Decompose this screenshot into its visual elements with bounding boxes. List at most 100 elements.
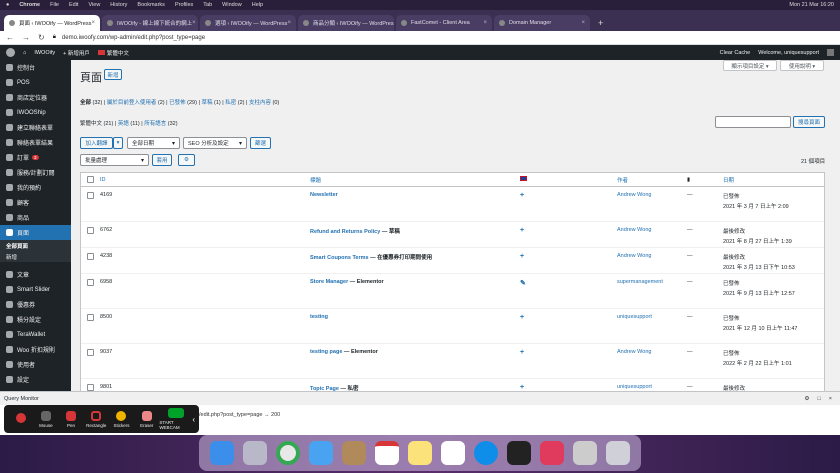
tool-mouse[interactable]: Mouse (33, 410, 58, 428)
help-button[interactable]: 使用說明 ▾ (780, 60, 824, 71)
sidebar-subitem-add-new[interactable]: 新增 (0, 251, 71, 262)
tool-pen[interactable]: Pen (58, 410, 83, 428)
search-pages-button[interactable]: 搜尋頁面 (793, 116, 825, 128)
lang-en[interactable]: 英語 (118, 121, 129, 127)
tool-rectangle[interactable]: Rectangle (84, 410, 109, 428)
sidebar-item-bookings[interactable]: 我的預約 (0, 180, 71, 195)
add-translation-dropdown[interactable]: ▾ (113, 137, 123, 149)
tool-stickers[interactable]: Stickers (109, 410, 134, 428)
settings-icon[interactable]: ⚙ (805, 396, 810, 402)
sidebar-item-pos[interactable]: POS (0, 75, 71, 90)
bulk-actions-select[interactable]: 批量處理 (80, 154, 149, 166)
add-translation-icon[interactable]: + (520, 253, 524, 260)
add-translation-icon[interactable]: + (520, 349, 524, 356)
sidebar-item-smart-slider[interactable]: Smart Slider (0, 282, 71, 297)
select-all-checkbox[interactable] (87, 176, 94, 183)
col-date[interactable]: 日期 (723, 176, 823, 184)
sidebar-item-coupons[interactable]: 優惠券 (0, 297, 71, 312)
browser-tab[interactable]: Domain Manager × (494, 15, 590, 31)
launchpad-icon[interactable] (242, 441, 267, 465)
sidebar-item-users[interactable]: 使用者 (0, 357, 71, 372)
row-checkbox[interactable] (87, 314, 94, 321)
row-author-link[interactable]: Andrew Wong (617, 349, 651, 355)
row-author-link[interactable]: Andrew Wong (617, 192, 651, 198)
row-checkbox[interactable] (87, 192, 94, 199)
sidebar-item-form-results[interactable]: 聯絡表單結果 (0, 135, 71, 150)
terminal-icon[interactable] (507, 441, 532, 465)
tool-eraser[interactable]: Eraser (134, 410, 159, 428)
add-translation-icon[interactable]: + (520, 314, 524, 321)
row-author-link[interactable]: Andrew Wong (617, 227, 651, 233)
avatar[interactable] (827, 49, 834, 56)
browser-tab[interactable]: FastComet - Client Area × (396, 15, 492, 31)
collapse-icon[interactable]: ‹ (192, 415, 195, 424)
creative-cloud-icon[interactable] (540, 441, 565, 465)
menu-tab[interactable]: Tab (203, 2, 212, 8)
lock-icon[interactable]: 🔒︎ (53, 34, 56, 41)
start-webcam-button[interactable]: START WEBCAM (159, 408, 192, 430)
add-new-button[interactable]: 新增 (104, 69, 122, 80)
row-checkbox[interactable] (87, 253, 94, 260)
settings-gear-button[interactable]: ⚙ (178, 154, 195, 166)
reload-icon[interactable]: ↻ (38, 33, 45, 42)
sidebar-item-posts[interactable]: 文章 (0, 267, 71, 282)
row-title-link[interactable]: Store Manager (310, 279, 348, 285)
trash-icon[interactable] (606, 441, 631, 465)
expand-icon[interactable]: □ (817, 396, 820, 402)
row-title-link[interactable]: testing page (310, 349, 342, 355)
menu-history[interactable]: History (110, 2, 127, 8)
filter-private[interactable]: 私密 (225, 100, 236, 106)
url-field[interactable]: demo.iwoofy.com/wp-admin/edit.php?post_t… (62, 35, 205, 41)
sidebar-item-dashboard[interactable]: 控制台 (0, 60, 71, 75)
close-icon[interactable]: × (192, 20, 196, 26)
sidebar-item-contact-forms[interactable]: 建立聯絡表單 (0, 120, 71, 135)
filter-mine[interactable]: 屬於目前登入使用者 (107, 100, 157, 106)
add-translation-icon[interactable]: ✎ (520, 280, 526, 287)
site-name[interactable]: IWOOify (34, 50, 55, 56)
close-icon[interactable]: × (483, 20, 487, 26)
sidebar-item-terawallet[interactable]: TeraWallet (0, 327, 71, 342)
row-author-link[interactable]: supermanagement (617, 279, 663, 285)
filter-button[interactable]: 篩選 (250, 137, 271, 149)
menu-profiles[interactable]: Profiles (175, 2, 193, 8)
row-checkbox[interactable] (87, 227, 94, 234)
filter-published[interactable]: 已發佈 (169, 100, 186, 106)
seo-filter-select[interactable]: SEO 分析及設定 (183, 137, 247, 149)
menu-bookmarks[interactable]: Bookmarks (137, 2, 165, 8)
close-icon[interactable]: × (287, 20, 291, 26)
menu-view[interactable]: View (88, 2, 100, 8)
filter-all[interactable]: 全部 (80, 100, 91, 106)
app-name[interactable]: Chrome (19, 2, 40, 8)
sidebar-item-customers[interactable]: 顧客 (0, 195, 71, 210)
apply-button[interactable]: 套用 (152, 154, 172, 166)
add-translation-icon[interactable]: + (520, 384, 524, 391)
row-title-link[interactable]: Newsletter (310, 192, 338, 198)
chrome-icon[interactable] (275, 441, 300, 465)
home-icon[interactable]: ⌂ (23, 50, 26, 56)
close-icon[interactable]: × (829, 396, 832, 402)
new-tab-button[interactable]: + (592, 18, 609, 31)
browser-tab[interactable]: 頁面 ‹ IWOOify — WordPress × (4, 15, 100, 31)
wordpress-logo-icon[interactable] (6, 48, 15, 57)
sidebar-item-subscriptions[interactable]: 服務/計劃訂閱 (0, 165, 71, 180)
browser-tab[interactable]: 選項 ‹ IWOOify — WordPress × (200, 15, 296, 31)
finder-icon[interactable] (209, 441, 234, 465)
new-user-link[interactable]: + 新增用戶 (63, 49, 90, 57)
sidebar-item-iwooship[interactable]: IWOOShip (0, 105, 71, 120)
preview-icon[interactable] (573, 441, 598, 465)
sidebar-item-settings[interactable]: 設定 (0, 372, 71, 387)
sidebar-item-orders[interactable]: 訂單 3 (0, 150, 71, 165)
notes-icon[interactable] (407, 441, 432, 465)
filter-draft[interactable]: 草稿 (201, 100, 212, 106)
menu-help[interactable]: Help (252, 2, 263, 8)
row-author-link[interactable]: uniquesupport (617, 314, 652, 320)
row-title-link[interactable]: Smart Coupons Terms (310, 255, 369, 261)
sidebar-item-store-locator[interactable]: 商店定位器 (0, 90, 71, 105)
lang-all[interactable]: 所有語言 (144, 121, 166, 127)
add-translation-icon[interactable]: + (520, 227, 524, 234)
add-translation-icon[interactable]: + (520, 192, 524, 199)
screen-options-button[interactable]: 顯示項目設定 ▾ (723, 60, 777, 71)
menu-window[interactable]: Window (222, 2, 242, 8)
row-title-link[interactable]: Refund and Returns Policy (310, 229, 380, 235)
row-checkbox[interactable] (87, 384, 94, 391)
